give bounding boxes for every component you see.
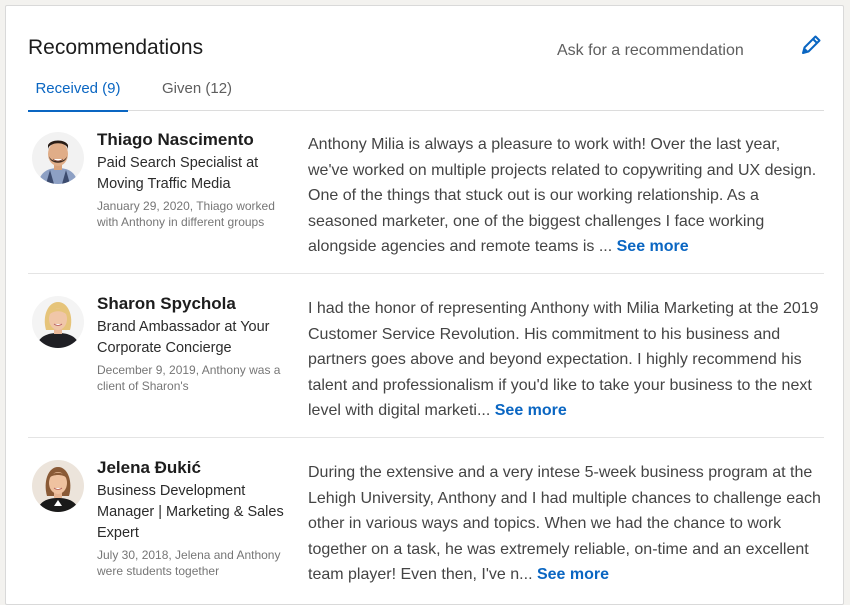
section-title: Recommendations bbox=[28, 36, 204, 59]
recommender-headline: Paid Search Specialist at Moving Traffic… bbox=[97, 155, 259, 192]
recommender-name[interactable]: Sharon Spychola bbox=[97, 294, 293, 314]
see-more-link[interactable]: See more bbox=[495, 402, 567, 419]
recommendation-tabs: Received (9) Given (12) bbox=[28, 78, 824, 112]
recommender-headline: Business Development Manager | Marketing… bbox=[97, 483, 284, 541]
recommender-info: Thiago Nascimento Paid Search Specialist… bbox=[97, 130, 293, 230]
avatar[interactable] bbox=[32, 460, 84, 512]
recommender-info: Sharon Spychola Brand Ambassador at Your… bbox=[97, 294, 293, 394]
recommendations-card: Recommendations Ask for a recommendation… bbox=[5, 5, 844, 605]
recommender-name[interactable]: Jelena Đukić bbox=[97, 458, 293, 478]
pencil-icon[interactable] bbox=[798, 32, 824, 58]
recommender-headline: Brand Ambassador at Your Corporate Conci… bbox=[97, 319, 270, 356]
ask-recommendation-link[interactable]: Ask for a recommendation bbox=[557, 42, 744, 60]
recommendation-meta: January 29, 2020, Thiago worked with Ant… bbox=[97, 199, 275, 229]
recommendation-text: I had the honor of representing Anthony … bbox=[308, 296, 824, 424]
recommendation-item: Thiago Nascimento Paid Search Specialist… bbox=[28, 110, 824, 274]
recommendation-meta: July 30, 2018, Jelena and Anthony were s… bbox=[97, 548, 281, 578]
recommendation-text: Anthony Milia is always a pleasure to wo… bbox=[308, 132, 824, 260]
recommendation-body: Anthony Milia is always a pleasure to wo… bbox=[308, 136, 817, 256]
recommendation-item: Sharon Spychola Brand Ambassador at Your… bbox=[28, 274, 824, 438]
recommendation-meta: December 9, 2019, Anthony was a client o… bbox=[97, 363, 281, 393]
recommendation-item: Jelena Đukić Business Development Manage… bbox=[28, 438, 824, 604]
tab-received[interactable]: Received (9) bbox=[28, 80, 128, 112]
recommender-info: Jelena Đukić Business Development Manage… bbox=[97, 458, 293, 579]
tab-given[interactable]: Given (12) bbox=[162, 80, 232, 97]
recommendation-text: During the extensive and a very intese 5… bbox=[308, 460, 824, 588]
see-more-link[interactable]: See more bbox=[617, 238, 689, 255]
avatar[interactable] bbox=[32, 296, 84, 348]
see-more-link[interactable]: See more bbox=[537, 566, 609, 583]
avatar[interactable] bbox=[32, 132, 84, 184]
recommender-name[interactable]: Thiago Nascimento bbox=[97, 130, 293, 150]
